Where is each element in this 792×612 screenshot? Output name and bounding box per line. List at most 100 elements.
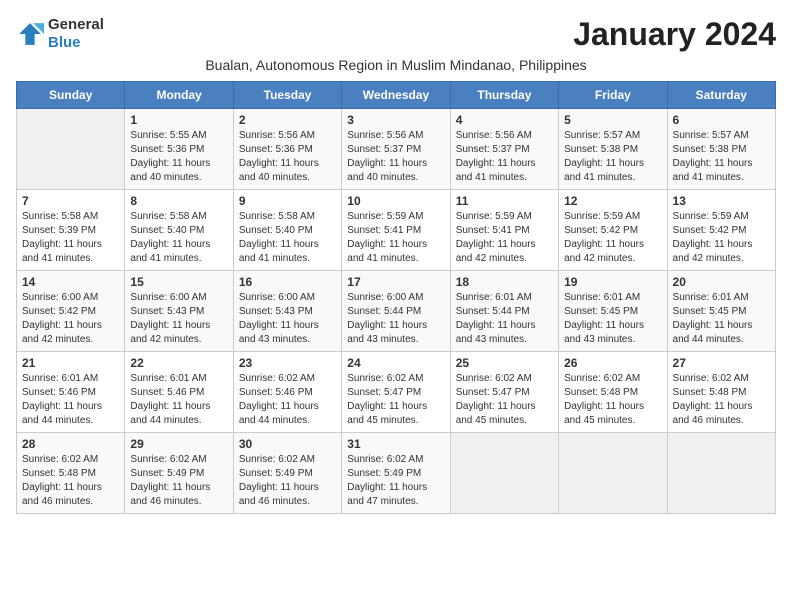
day-number: 30 bbox=[239, 437, 336, 451]
calendar-table: SundayMondayTuesdayWednesdayThursdayFrid… bbox=[16, 81, 776, 514]
day-detail: Sunrise: 5:57 AMSunset: 5:38 PMDaylight:… bbox=[564, 129, 661, 185]
calendar-cell: 7 Sunrise: 5:58 AMSunset: 5:39 PMDaylight… bbox=[17, 190, 125, 271]
day-detail: Sunrise: 6:00 AMSunset: 5:44 PMDaylight:… bbox=[347, 291, 444, 347]
calendar-cell bbox=[667, 433, 775, 514]
day-detail: Sunrise: 5:56 AMSunset: 5:36 PMDaylight:… bbox=[239, 129, 336, 185]
day-number: 23 bbox=[239, 356, 336, 370]
day-detail: Sunrise: 6:02 AMSunset: 5:49 PMDaylight:… bbox=[239, 453, 336, 509]
day-detail: Sunrise: 5:56 AMSunset: 5:37 PMDaylight:… bbox=[456, 129, 553, 185]
day-number: 8 bbox=[130, 194, 227, 208]
calendar-cell: 4 Sunrise: 5:56 AMSunset: 5:37 PMDaylight… bbox=[450, 109, 558, 190]
calendar-cell bbox=[17, 109, 125, 190]
day-number: 20 bbox=[673, 275, 770, 289]
day-number: 18 bbox=[456, 275, 553, 289]
day-detail: Sunrise: 5:55 AMSunset: 5:36 PMDaylight:… bbox=[130, 129, 227, 185]
day-number: 4 bbox=[456, 113, 553, 127]
day-detail: Sunrise: 6:02 AMSunset: 5:47 PMDaylight:… bbox=[347, 372, 444, 428]
calendar-cell: 12Sunrise: 5:59 AMSunset: 5:42 PMDayligh… bbox=[559, 190, 667, 271]
day-number: 13 bbox=[673, 194, 770, 208]
day-header-saturday: Saturday bbox=[667, 82, 775, 109]
week-row-1: 1 Sunrise: 5:55 AMSunset: 5:36 PMDaylight… bbox=[17, 109, 776, 190]
calendar-cell: 9Sunrise: 5:58 AMSunset: 5:40 PMDaylight… bbox=[233, 190, 341, 271]
calendar-cell bbox=[450, 433, 558, 514]
logo-icon bbox=[16, 20, 44, 48]
subtitle: Bualan, Autonomous Region in Muslim Mind… bbox=[16, 57, 776, 73]
week-row-2: 7 Sunrise: 5:58 AMSunset: 5:39 PMDaylight… bbox=[17, 190, 776, 271]
logo-blue: Blue bbox=[48, 34, 81, 51]
calendar-cell: 27Sunrise: 6:02 AMSunset: 5:48 PMDayligh… bbox=[667, 352, 775, 433]
day-detail: Sunrise: 6:02 AMSunset: 5:48 PMDaylight:… bbox=[673, 372, 770, 428]
day-number: 1 bbox=[130, 113, 227, 127]
day-detail: Sunrise: 6:00 AMSunset: 5:43 PMDaylight:… bbox=[239, 291, 336, 347]
day-number: 15 bbox=[130, 275, 227, 289]
page-header: General Blue January 2024 bbox=[16, 16, 776, 53]
day-detail: Sunrise: 5:59 AMSunset: 5:42 PMDaylight:… bbox=[673, 210, 770, 266]
calendar-cell: 14Sunrise: 6:00 AMSunset: 5:42 PMDayligh… bbox=[17, 271, 125, 352]
day-header-monday: Monday bbox=[125, 82, 233, 109]
week-row-5: 28 Sunrise: 6:02 AMSunset: 5:48 PMDayligh… bbox=[17, 433, 776, 514]
day-header-thursday: Thursday bbox=[450, 82, 558, 109]
day-detail: Sunrise: 5:57 AMSunset: 5:38 PMDaylight:… bbox=[673, 129, 770, 185]
day-number: 31 bbox=[347, 437, 444, 451]
day-header-friday: Friday bbox=[559, 82, 667, 109]
day-detail: Sunrise: 6:00 AMSunset: 5:43 PMDaylight:… bbox=[130, 291, 227, 347]
calendar-cell: 11 Sunrise: 5:59 AMSunset: 5:41 PMDayligh… bbox=[450, 190, 558, 271]
day-detail: Sunrise: 5:58 AMSunset: 5:40 PMDaylight:… bbox=[239, 210, 336, 266]
day-detail: Sunrise: 5:59 AMSunset: 5:41 PMDaylight:… bbox=[456, 210, 553, 266]
day-detail: Sunrise: 6:02 AMSunset: 5:49 PMDaylight:… bbox=[347, 453, 444, 509]
calendar-cell: 26 Sunrise: 6:02 AMSunset: 5:48 PMDayligh… bbox=[559, 352, 667, 433]
day-number: 22 bbox=[130, 356, 227, 370]
calendar-cell: 6Sunrise: 5:57 AMSunset: 5:38 PMDaylight… bbox=[667, 109, 775, 190]
day-number: 28 bbox=[22, 437, 119, 451]
day-detail: Sunrise: 6:01 AMSunset: 5:46 PMDaylight:… bbox=[22, 372, 119, 428]
calendar-cell: 1 Sunrise: 5:55 AMSunset: 5:36 PMDaylight… bbox=[125, 109, 233, 190]
calendar-cell: 3Sunrise: 5:56 AMSunset: 5:37 PMDaylight… bbox=[342, 109, 450, 190]
day-number: 21 bbox=[22, 356, 119, 370]
day-detail: Sunrise: 5:58 AMSunset: 5:40 PMDaylight:… bbox=[130, 210, 227, 266]
day-detail: Sunrise: 6:00 AMSunset: 5:42 PMDaylight:… bbox=[22, 291, 119, 347]
day-detail: Sunrise: 5:58 AMSunset: 5:39 PMDaylight:… bbox=[22, 210, 119, 266]
day-header-sunday: Sunday bbox=[17, 82, 125, 109]
day-header-tuesday: Tuesday bbox=[233, 82, 341, 109]
day-number: 26 bbox=[564, 356, 661, 370]
month-title: January 2024 bbox=[573, 16, 776, 53]
logo-general: General bbox=[48, 16, 104, 33]
day-number: 24 bbox=[347, 356, 444, 370]
calendar-cell: 8 Sunrise: 5:58 AMSunset: 5:40 PMDaylight… bbox=[125, 190, 233, 271]
calendar-cell: 22 Sunrise: 6:01 AMSunset: 5:46 PMDayligh… bbox=[125, 352, 233, 433]
day-detail: Sunrise: 5:59 AMSunset: 5:41 PMDaylight:… bbox=[347, 210, 444, 266]
calendar-cell: 18 Sunrise: 6:01 AMSunset: 5:44 PMDayligh… bbox=[450, 271, 558, 352]
day-detail: Sunrise: 6:01 AMSunset: 5:46 PMDaylight:… bbox=[130, 372, 227, 428]
calendar-cell: 13 Sunrise: 5:59 AMSunset: 5:42 PMDayligh… bbox=[667, 190, 775, 271]
day-detail: Sunrise: 6:02 AMSunset: 5:48 PMDaylight:… bbox=[564, 372, 661, 428]
day-number: 11 bbox=[456, 194, 553, 208]
day-header-wednesday: Wednesday bbox=[342, 82, 450, 109]
logo: General Blue bbox=[16, 16, 104, 52]
calendar-cell: 20 Sunrise: 6:01 AMSunset: 5:45 PMDayligh… bbox=[667, 271, 775, 352]
calendar-cell: 5 Sunrise: 5:57 AMSunset: 5:38 PMDaylight… bbox=[559, 109, 667, 190]
calendar-cell: 10 Sunrise: 5:59 AMSunset: 5:41 PMDayligh… bbox=[342, 190, 450, 271]
day-detail: Sunrise: 6:01 AMSunset: 5:45 PMDaylight:… bbox=[673, 291, 770, 347]
calendar-cell: 30 Sunrise: 6:02 AMSunset: 5:49 PMDayligh… bbox=[233, 433, 341, 514]
day-detail: Sunrise: 6:02 AMSunset: 5:46 PMDaylight:… bbox=[239, 372, 336, 428]
day-detail: Sunrise: 6:02 AMSunset: 5:47 PMDaylight:… bbox=[456, 372, 553, 428]
day-number: 2 bbox=[239, 113, 336, 127]
day-detail: Sunrise: 6:01 AMSunset: 5:44 PMDaylight:… bbox=[456, 291, 553, 347]
day-number: 7 bbox=[22, 194, 119, 208]
calendar-cell: 21 Sunrise: 6:01 AMSunset: 5:46 PMDayligh… bbox=[17, 352, 125, 433]
day-number: 3 bbox=[347, 113, 444, 127]
calendar-cell: 15 Sunrise: 6:00 AMSunset: 5:43 PMDayligh… bbox=[125, 271, 233, 352]
calendar-cell: 17Sunrise: 6:00 AMSunset: 5:44 PMDayligh… bbox=[342, 271, 450, 352]
calendar-header-row: SundayMondayTuesdayWednesdayThursdayFrid… bbox=[17, 82, 776, 109]
calendar-cell: 31 Sunrise: 6:02 AMSunset: 5:49 PMDayligh… bbox=[342, 433, 450, 514]
week-row-3: 14Sunrise: 6:00 AMSunset: 5:42 PMDayligh… bbox=[17, 271, 776, 352]
calendar-cell: 25Sunrise: 6:02 AMSunset: 5:47 PMDayligh… bbox=[450, 352, 558, 433]
day-number: 5 bbox=[564, 113, 661, 127]
day-detail: Sunrise: 6:01 AMSunset: 5:45 PMDaylight:… bbox=[564, 291, 661, 347]
day-detail: Sunrise: 6:02 AMSunset: 5:48 PMDaylight:… bbox=[22, 453, 119, 509]
day-detail: Sunrise: 5:59 AMSunset: 5:42 PMDaylight:… bbox=[564, 210, 661, 266]
week-row-4: 21 Sunrise: 6:01 AMSunset: 5:46 PMDayligh… bbox=[17, 352, 776, 433]
day-number: 29 bbox=[130, 437, 227, 451]
calendar-cell: 2 Sunrise: 5:56 AMSunset: 5:36 PMDaylight… bbox=[233, 109, 341, 190]
day-number: 10 bbox=[347, 194, 444, 208]
